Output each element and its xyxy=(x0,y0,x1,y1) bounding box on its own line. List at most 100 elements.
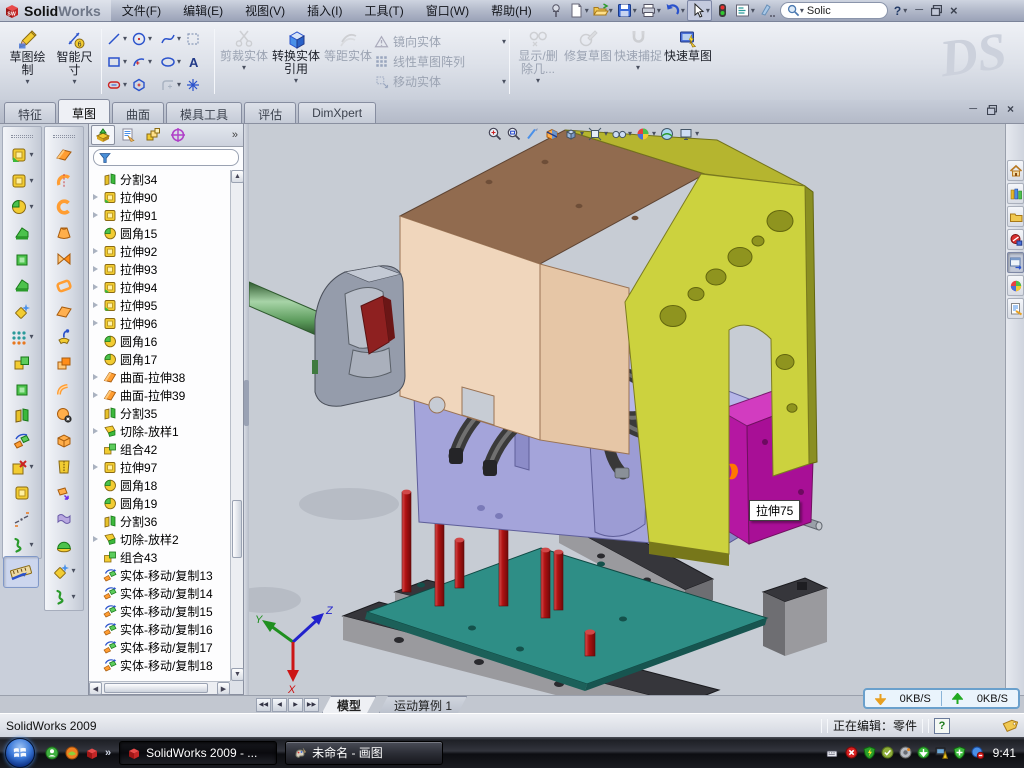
menu-item-5[interactable]: 窗口(W) xyxy=(415,0,480,21)
rib-button[interactable] xyxy=(13,350,31,376)
fillet-surface-button[interactable] xyxy=(55,376,73,402)
solidworks-search-tab[interactable] xyxy=(1007,229,1024,250)
expand-arrow-icon[interactable] xyxy=(91,248,100,254)
dropdown-caret-icon[interactable]: ▾ xyxy=(633,7,637,15)
help-button[interactable]: ?▾ xyxy=(894,4,907,18)
ejector-base-plate[interactable] xyxy=(365,548,767,691)
tree-item[interactable]: 实体-移动/复制17 xyxy=(89,638,230,656)
view-palette-tab[interactable] xyxy=(1007,252,1024,273)
extend-surface-button[interactable] xyxy=(55,480,73,506)
tab-曲面[interactable]: 曲面 xyxy=(112,102,164,123)
extruded-surface-button[interactable] xyxy=(55,194,73,220)
dropdown-caret-icon[interactable]: ▾ xyxy=(681,7,685,15)
ime-keyboard-icon[interactable] xyxy=(824,747,840,758)
circle-button[interactable]: ▾ xyxy=(130,27,157,50)
polygon-button[interactable] xyxy=(130,73,157,96)
delete-face-button[interactable] xyxy=(55,402,73,428)
minimize-button[interactable]: ─ xyxy=(915,5,923,16)
dropdown-caret-icon[interactable]: ▾ xyxy=(29,333,33,341)
dropdown-caret-icon[interactable]: ▾ xyxy=(628,130,632,138)
dropdown-caret-icon[interactable]: ▾ xyxy=(294,77,298,85)
lofted-surface-button[interactable] xyxy=(55,246,73,272)
defender-tray-icon[interactable] xyxy=(953,746,966,759)
menu-item-3[interactable]: 插入(I) xyxy=(296,0,353,21)
hole-wizard-button[interactable] xyxy=(13,298,31,324)
草图绘制-button[interactable]: 草图绘制▾ xyxy=(4,25,51,98)
menu-item-4[interactable]: 工具(T) xyxy=(353,0,414,21)
apply-scene-button[interactable] xyxy=(659,126,675,142)
extruded-boss-button[interactable]: ▾ xyxy=(10,142,33,168)
point-button[interactable] xyxy=(184,73,211,96)
dimxpert-manager-tab[interactable] xyxy=(166,125,190,145)
等距实体-button[interactable]: 等距实体 xyxy=(322,25,374,98)
expand-arrow-icon[interactable] xyxy=(91,194,100,200)
exploded-mold-assembly-model[interactable]: Y Z X xyxy=(249,124,1005,695)
pin-button[interactable] xyxy=(547,1,566,20)
tree-item[interactable]: 圆角19 xyxy=(89,494,230,512)
dropdown-caret-icon[interactable]: ▾ xyxy=(148,58,152,66)
tree-item[interactable]: 拉伸92 xyxy=(89,242,230,260)
dropdown-caret-icon[interactable]: ▾ xyxy=(177,58,181,66)
scroll-left-button[interactable]: ◀ xyxy=(89,682,102,695)
dome-button[interactable] xyxy=(55,532,73,558)
dropdown-caret-icon[interactable]: ▾ xyxy=(177,81,181,89)
镜向实体-button[interactable]: 镜向实体▾ xyxy=(374,33,506,50)
clipped-item-button[interactable] xyxy=(757,1,776,20)
helix-spiral-button[interactable]: ▾ xyxy=(10,532,33,558)
text-button[interactable]: A xyxy=(184,50,211,73)
dropdown-caret-icon[interactable]: ▾ xyxy=(604,130,608,138)
dropdown-caret-icon[interactable]: ▾ xyxy=(29,541,33,549)
tree-item[interactable]: 实体-移动/复制15 xyxy=(89,602,230,620)
dropdown-caret-icon[interactable]: ▾ xyxy=(123,81,127,89)
tree-filter-input[interactable] xyxy=(93,149,239,166)
dropdown-caret-icon[interactable]: ▾ xyxy=(71,593,75,601)
dropdown-caret-icon[interactable]: ▾ xyxy=(580,130,584,138)
zoom-to-fit-button[interactable] xyxy=(487,126,503,142)
extruded-cut-button[interactable]: ▾ xyxy=(10,168,33,194)
tree-item[interactable]: 曲面-拉伸39 xyxy=(89,386,230,404)
view-settings-button[interactable]: ▾ xyxy=(678,126,699,142)
start-button[interactable] xyxy=(5,738,35,768)
slot-button[interactable]: ▾ xyxy=(105,73,128,96)
tab-特征[interactable]: 特征 xyxy=(4,102,56,123)
expand-arrow-icon[interactable] xyxy=(91,374,100,380)
tree-item[interactable]: 曲面-拉伸38 xyxy=(89,368,230,386)
audio-knob-tray-icon[interactable] xyxy=(899,746,912,759)
tree-item[interactable]: 拉伸97 xyxy=(89,458,230,476)
custom-properties-tab[interactable] xyxy=(1007,298,1024,319)
doc-minimize-button[interactable]: ─ xyxy=(969,104,977,115)
fillet-button[interactable]: ▾ xyxy=(10,194,33,220)
file-explorer-tab[interactable] xyxy=(1007,206,1024,227)
menu-item-0[interactable]: 文件(F) xyxy=(111,0,172,21)
转换实体引用-button[interactable]: 转换实体引用▾ xyxy=(270,25,322,98)
tree-tabs-overflow[interactable]: » xyxy=(232,129,241,141)
display-style-button[interactable]: ▾ xyxy=(563,126,584,142)
expand-arrow-icon[interactable] xyxy=(91,212,100,218)
replace-face-button[interactable] xyxy=(55,428,73,454)
print-button[interactable]: ▾ xyxy=(639,1,662,20)
quick-tips-help-button[interactable]: ? xyxy=(934,718,950,734)
快速捕捉-button[interactable]: 快速捕捉▾ xyxy=(613,25,663,98)
dropdown-caret-icon[interactable]: ▾ xyxy=(242,64,246,72)
显示/删除几...-button[interactable]: 显示/删除几...▾ xyxy=(513,25,563,98)
undo-button[interactable]: ▾ xyxy=(663,1,686,20)
scroll-up-button[interactable]: ▲ xyxy=(231,170,244,183)
快速草图-button[interactable]: 快速草图 xyxy=(663,25,713,98)
untrim-surface-button[interactable] xyxy=(55,506,73,532)
tree-item[interactable]: 实体-移动/复制13 xyxy=(89,566,230,584)
appearances-scenes-tab[interactable] xyxy=(1007,275,1024,296)
linear-pattern-button[interactable]: ▾ xyxy=(10,324,33,350)
network-warning-tray-icon[interactable] xyxy=(935,746,948,759)
new-document-button[interactable]: ▾ xyxy=(567,1,590,20)
design-library-tab[interactable] xyxy=(1007,183,1024,204)
select-button[interactable]: ▾ xyxy=(687,0,712,21)
close-button[interactable]: × xyxy=(950,5,958,16)
dropdown-caret-icon[interactable]: ▾ xyxy=(177,35,181,43)
spiral-curve-button[interactable]: ▾ xyxy=(52,584,75,610)
expand-arrow-icon[interactable] xyxy=(91,284,100,290)
tree-item[interactable]: 实体-移动/复制18 xyxy=(89,656,230,674)
solidworks-resources-tab[interactable] xyxy=(1007,160,1024,181)
menu-item-1[interactable]: 编辑(E) xyxy=(172,0,234,21)
taskbar-task-0[interactable]: SolidWorks 2009 - ... xyxy=(119,741,277,765)
tree-item[interactable]: 圆角18 xyxy=(89,476,230,494)
